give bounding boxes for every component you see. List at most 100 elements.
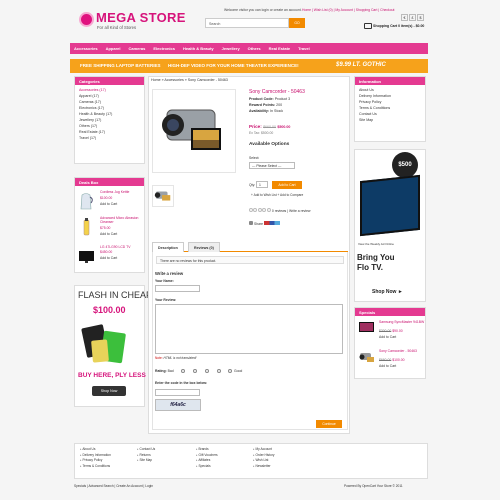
flash-ad-tagline: BUY HERE, PLY LESS — [78, 372, 146, 379]
cleanser-image[interactable] — [78, 217, 95, 237]
footer-link[interactable]: Terms & Conditions — [80, 463, 111, 469]
product-code: Product Code: Product 3 — [249, 97, 290, 101]
promo-left: FREE SHIPPING LAPTOP BATTERIES — [80, 63, 161, 68]
store-logo-text[interactable]: MEGA STORE — [96, 10, 186, 25]
html-note: Note: HTML is not translated! — [155, 356, 196, 360]
continue-button[interactable]: Continue — [316, 420, 342, 428]
nav-cameras[interactable]: Cameras — [124, 43, 149, 54]
cart-icon[interactable] — [364, 23, 372, 29]
product-thumbnail[interactable] — [152, 185, 174, 207]
options-heading: Available Options — [249, 142, 290, 147]
reward-points: Reward Points: 200 — [249, 103, 282, 107]
social-icons[interactable] — [263, 221, 280, 225]
add-to-cart-button[interactable]: Add to Cart — [272, 181, 302, 189]
nav-apparel[interactable]: Apparel — [102, 43, 125, 54]
share-icon — [249, 221, 253, 225]
product-code-label: Product Code: — [249, 97, 274, 101]
rating-good-label: Good — [234, 369, 243, 373]
category-item[interactable]: Travel (17) — [75, 135, 144, 141]
footer-link[interactable]: Newsletter — [253, 463, 274, 469]
kettle-image[interactable] — [78, 191, 95, 211]
search-button[interactable]: GO — [289, 18, 305, 28]
special-price: $660.00 $100.00 — [379, 358, 404, 362]
tv-ad-headline-2: Flo TV. — [357, 263, 383, 272]
nav-travel[interactable]: Travel — [294, 43, 314, 54]
info-item[interactable]: Site Map — [355, 117, 425, 123]
qty-label: Qty: — [249, 183, 256, 187]
reviews-links[interactable]: 0 reviews | Write a review — [272, 209, 311, 213]
breadcrumb[interactable]: Home » Accessories » Sony Camcorder - 50… — [151, 78, 228, 82]
camcorder-image[interactable] — [358, 350, 375, 364]
nav-health-beauty[interactable]: Health & Beauty — [179, 43, 218, 54]
currency-pound[interactable]: £ — [409, 14, 416, 21]
special-name[interactable]: Samsung SyncMaster 941BW — [379, 320, 425, 324]
deal-add-to-cart[interactable]: Add to Cart — [100, 232, 117, 236]
nav-electronics[interactable]: Electronics — [149, 43, 179, 54]
deal-price: $450.00 — [100, 250, 113, 254]
footer-col-account: My Account Order History Wish List Newsl… — [253, 446, 275, 469]
powered-by[interactable]: Powered By OpenCart Your Store © 2011 — [344, 484, 403, 488]
write-review-heading: Write a review — [155, 271, 184, 276]
camcorder-thumb-image — [154, 191, 171, 201]
special-name[interactable]: Sony Camcorder - 50463 — [379, 349, 425, 353]
currency-dollar[interactable]: $ — [417, 14, 424, 21]
wishlist-compare-links[interactable]: + Add to Wish List + Add to Compare — [251, 193, 303, 197]
tab-reviews[interactable]: Reviews (0) — [188, 242, 220, 252]
special-add-to-cart[interactable]: Add to Cart — [379, 335, 396, 339]
price-old: $660.00 — [263, 125, 277, 129]
availability-label: Availability: — [249, 109, 270, 113]
promo-banner[interactable]: FREE SHIPPING LAPTOP BATTERIES HIGH-DEF … — [70, 59, 428, 73]
deal-name[interactable]: LG 47LG90 LCD TV — [100, 245, 144, 249]
special-new-price: $90.00 — [392, 329, 403, 333]
rating-bad-label: Bad — [167, 369, 174, 373]
tab-description[interactable]: Description — [152, 242, 184, 252]
select-label: Select: — [249, 156, 260, 160]
your-name-input[interactable] — [155, 285, 200, 292]
product-price: Price: $660.00 $500.00 — [249, 124, 290, 129]
product-tabs: Description Reviews (0) — [152, 242, 348, 252]
logo-icon[interactable] — [79, 12, 94, 27]
rating-radio-3[interactable] — [205, 369, 209, 373]
search-input[interactable]: Search — [205, 18, 289, 28]
product-main-image[interactable] — [152, 89, 236, 173]
availability: Availability: In Stock — [249, 109, 283, 113]
nav-others[interactable]: Others — [244, 43, 265, 54]
lcd-tv-image[interactable] — [78, 246, 95, 266]
rating-radio-5[interactable] — [228, 369, 232, 373]
product-code-value: Product 3 — [274, 97, 291, 101]
rating-radio-1[interactable] — [181, 369, 185, 373]
share-label[interactable]: Share — [254, 222, 263, 226]
bottom-links[interactable]: Specials | Advanced Search | Create An A… — [74, 484, 153, 488]
deal-item: Advanced Micro Abrasion Cleanser $75.00 … — [75, 215, 145, 240]
shopping-cart-summary[interactable]: Shopping Cart 0 item(s) - $0.00 — [373, 24, 424, 28]
rating-label-text: Rating: — [155, 369, 167, 373]
nav-jewellery[interactable]: Jewellery — [218, 43, 244, 54]
deal-add-to-cart[interactable]: Add to Cart — [100, 202, 117, 206]
captcha-input[interactable] — [155, 389, 200, 396]
top-links[interactable]: Home | Wish List (0) | My Account | Shop… — [302, 8, 394, 12]
deal-name[interactable]: Cordless Jug Kettle — [100, 190, 144, 194]
rating-radio-4[interactable] — [217, 369, 221, 373]
tv-ad-shop-now[interactable]: Shop Now ► — [372, 289, 403, 295]
shop-now-button[interactable]: Shop Now — [92, 386, 126, 396]
nav-real-estate[interactable]: Real Estate — [265, 43, 295, 54]
quantity-input[interactable]: 1 — [256, 181, 268, 188]
deals-title: Deals Box — [75, 178, 144, 186]
specials-box: Specials Samsung SyncMaster 941BW $300.0… — [354, 307, 426, 379]
tv-ad-view-text: View the Weekly Ad Online — [358, 242, 394, 246]
no-reviews-message: There are no reviews for this product. — [156, 256, 344, 264]
footer-col-extras: Brands Gift Vouchers Affiliates Specials — [196, 446, 218, 469]
footer-link[interactable]: Site Map — [137, 458, 155, 464]
your-review-textarea[interactable] — [155, 304, 343, 354]
monitor-image[interactable] — [358, 321, 375, 335]
footer-link[interactable]: Specials — [196, 463, 218, 469]
nav-accessories[interactable]: Accessories — [70, 43, 102, 54]
deal-add-to-cart[interactable]: Add to Cart — [100, 256, 117, 260]
deal-name[interactable]: Advanced Micro Abrasion Cleanser — [100, 216, 144, 224]
rating-radio-2[interactable] — [193, 369, 197, 373]
currency-euro[interactable]: € — [401, 14, 408, 21]
special-add-to-cart[interactable]: Add to Cart — [379, 364, 396, 368]
welcome-text: Welcome visitor you can login or create … — [224, 8, 302, 12]
deal-price: $100.00 — [100, 196, 113, 200]
option-select[interactable]: --- Please Select --- — [249, 162, 295, 169]
